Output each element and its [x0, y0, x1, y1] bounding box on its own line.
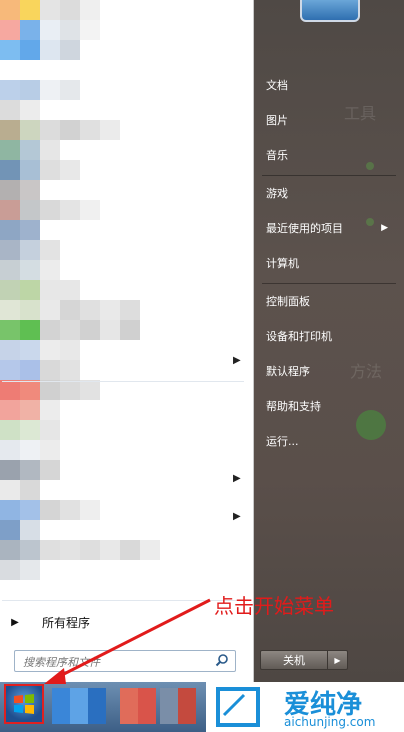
places-pane: 工具 方法 文档 图片 音乐 游戏 最近使用的项目 ▶ 计算机 控制面板 设备和打…: [254, 0, 404, 682]
nav-computer[interactable]: 计算机: [266, 252, 396, 274]
nav-pictures[interactable]: 图片: [266, 109, 396, 131]
triangle-right-icon: ▶: [11, 616, 19, 628]
nav-label: 默认程序: [266, 365, 310, 378]
taskbar-app[interactable]: [52, 688, 70, 724]
program-item[interactable]: [0, 400, 60, 420]
divider: [2, 600, 244, 601]
program-item[interactable]: [0, 160, 80, 180]
nav-label: 最近使用的项目: [266, 222, 343, 235]
watermark-url: aichunjing.com: [284, 715, 376, 729]
program-item[interactable]: [0, 0, 100, 20]
nav-label: 设备和打印机: [266, 330, 332, 343]
program-item[interactable]: [0, 460, 60, 480]
nav-default-programs[interactable]: 默认程序: [266, 360, 396, 382]
divider: [262, 283, 396, 284]
program-item[interactable]: [0, 180, 40, 200]
program-item[interactable]: [0, 320, 140, 340]
search-box[interactable]: [14, 650, 236, 673]
search-input[interactable]: [15, 652, 205, 673]
nav-recent-items[interactable]: 最近使用的项目 ▶: [266, 217, 396, 239]
all-programs-label: 所有程序: [42, 615, 91, 630]
divider: [2, 381, 244, 382]
taskbar-app[interactable]: [88, 688, 106, 724]
nav-label: 音乐: [266, 149, 288, 162]
divider: [262, 175, 396, 176]
aichunjing-logo-icon: [216, 687, 260, 727]
program-item[interactable]: [0, 20, 100, 40]
program-item[interactable]: [0, 540, 160, 560]
taskbar-app[interactable]: [160, 688, 178, 724]
start-button[interactable]: [4, 684, 44, 724]
program-item[interactable]: [0, 100, 40, 120]
program-item[interactable]: [0, 240, 60, 260]
nav-control-panel[interactable]: 控制面板: [266, 290, 396, 312]
nav-label: 游戏: [266, 187, 288, 200]
program-item[interactable]: [0, 560, 40, 580]
windows-logo-icon: [14, 694, 34, 714]
submenu-chevron-icon[interactable]: ▶: [233, 511, 241, 522]
submenu-arrow-icon: ▶: [381, 223, 388, 233]
program-item[interactable]: [0, 40, 80, 60]
submenu-chevron-icon[interactable]: ▶: [233, 355, 241, 366]
program-item[interactable]: [0, 220, 40, 240]
taskbar-app[interactable]: [138, 688, 156, 724]
program-item[interactable]: [0, 300, 140, 320]
nav-devices-printers[interactable]: 设备和打印机: [266, 325, 396, 347]
shutdown-button[interactable]: 关机: [260, 650, 328, 670]
program-item[interactable]: [0, 440, 60, 460]
program-item[interactable]: [0, 80, 80, 100]
nav-label: 运行...: [266, 435, 299, 448]
taskbar-app[interactable]: [178, 688, 196, 724]
program-item[interactable]: [0, 120, 120, 140]
nav-run[interactable]: 运行...: [266, 430, 396, 452]
shutdown-label: 关机: [283, 654, 305, 667]
nav-help-support[interactable]: 帮助和支持: [266, 395, 396, 417]
user-avatar[interactable]: [300, 0, 360, 22]
nav-games[interactable]: 游戏: [266, 182, 396, 204]
submenu-chevron-icon[interactable]: ▶: [233, 473, 241, 484]
shutdown-options-arrow-icon[interactable]: ▶: [328, 650, 348, 670]
nav-music[interactable]: 音乐: [266, 144, 396, 166]
program-item[interactable]: [0, 200, 100, 220]
program-item[interactable]: [0, 500, 100, 520]
search-icon[interactable]: [215, 653, 229, 667]
program-item[interactable]: [0, 420, 60, 440]
shutdown-group: 关机 ▶: [260, 650, 348, 670]
taskbar-app[interactable]: [120, 688, 138, 724]
program-item[interactable]: [0, 340, 80, 360]
watermark: 爱纯净 aichunjing.com: [206, 682, 404, 732]
nav-label: 帮助和支持: [266, 400, 321, 413]
tutorial-annotation: 点击开始菜单: [214, 594, 334, 618]
program-item[interactable]: [0, 480, 40, 500]
nav-documents[interactable]: 文档: [266, 74, 396, 96]
taskbar-app[interactable]: [70, 688, 88, 724]
nav-label: 计算机: [266, 257, 299, 270]
nav-label: 控制面板: [266, 295, 310, 308]
program-item[interactable]: [0, 380, 100, 400]
program-list-pane: ▶ ▶ ▶ ▶ 所有程序: [0, 0, 254, 682]
program-item[interactable]: [0, 140, 60, 160]
program-item[interactable]: [0, 280, 80, 300]
nav-label: 图片: [266, 114, 288, 127]
program-item[interactable]: [0, 520, 40, 540]
program-item[interactable]: [0, 260, 60, 280]
nav-label: 文档: [266, 79, 288, 92]
program-item[interactable]: [0, 360, 80, 380]
